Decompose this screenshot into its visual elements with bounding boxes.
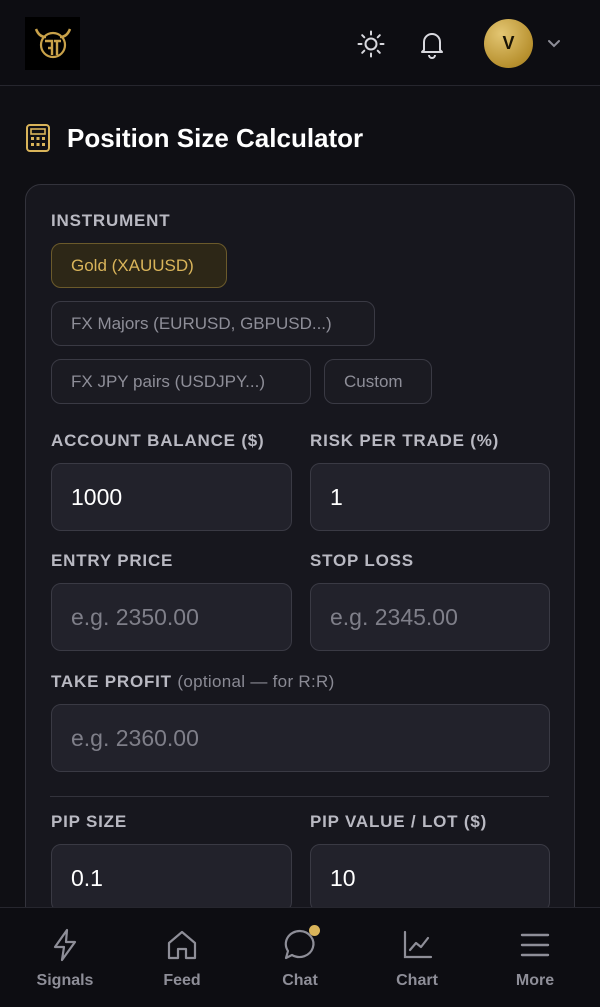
user-avatar[interactable]: V [484, 19, 533, 68]
sun-icon [357, 30, 385, 58]
take-profit-label-text: TAKE PROFIT [51, 672, 172, 691]
line-chart-icon [403, 930, 433, 959]
nav-item-more[interactable]: More [475, 908, 595, 1007]
section-divider [50, 796, 549, 797]
page-header: Position Size Calculator [25, 120, 363, 156]
instrument-chip-custom[interactable]: Custom [324, 359, 432, 404]
home-icon [167, 930, 197, 960]
take-profit-hint: (optional — for R:R) [177, 672, 335, 691]
risk-per-trade-input[interactable]: 1 [310, 463, 550, 531]
nav-label-signals: Signals [36, 972, 94, 989]
risk-per-trade-label: RISK PER TRADE (%) [310, 431, 500, 450]
chevron-down-icon[interactable] [545, 34, 563, 52]
bull-logo-icon [34, 28, 71, 58]
bell-icon [421, 33, 443, 59]
entry-price-input[interactable]: e.g. 2350.00 [51, 583, 292, 651]
top-bar: V [0, 0, 600, 86]
menu-icon [520, 933, 550, 957]
chat-icon-wrapper [282, 925, 320, 963]
nav-item-signals[interactable]: Signals [5, 908, 125, 1007]
chat-unread-badge [309, 925, 320, 936]
nav-item-feed[interactable]: Feed [122, 908, 242, 1007]
instrument-chip-gold[interactable]: Gold (XAUUSD) [51, 243, 227, 288]
instrument-chip-fx-majors[interactable]: FX Majors (EURUSD, GBPUSD...) [51, 301, 375, 346]
bottom-nav: Signals Feed Chat Chart More [0, 907, 600, 1007]
account-balance-input[interactable]: 1000 [51, 463, 292, 531]
brand-logo[interactable] [25, 17, 80, 70]
theme-toggle-button[interactable] [351, 24, 391, 64]
nav-label-more: More [515, 972, 555, 989]
nav-item-chat[interactable]: Chat [240, 908, 360, 1007]
instrument-chip-fx-jpy[interactable]: FX JPY pairs (USDJPY...) [51, 359, 311, 404]
stop-loss-label: STOP LOSS [310, 551, 414, 570]
pip-size-input[interactable]: 0.1 [51, 844, 292, 912]
page-title: Position Size Calculator [67, 122, 364, 153]
lightning-icon [53, 928, 77, 962]
pip-size-label: PIP SIZE [51, 812, 128, 831]
nav-item-chart[interactable]: Chart [357, 908, 477, 1007]
nav-label-chart: Chart [396, 972, 438, 989]
entry-price-label: ENTRY PRICE [51, 551, 174, 570]
nav-label-feed: Feed [163, 972, 201, 989]
pip-value-label: PIP VALUE / LOT ($) [310, 812, 488, 831]
take-profit-input[interactable]: e.g. 2360.00 [51, 704, 550, 772]
pip-value-input[interactable]: 10 [310, 844, 550, 912]
notifications-button[interactable] [412, 24, 452, 64]
take-profit-label: TAKE PROFIT (optional — for R:R) [51, 672, 335, 692]
account-balance-label: ACCOUNT BALANCE ($) [51, 431, 265, 450]
stop-loss-input[interactable]: e.g. 2345.00 [310, 583, 550, 651]
avatar-initial: V [502, 33, 515, 53]
nav-label-chat: Chat [282, 972, 318, 989]
instrument-label: INSTRUMENT [51, 211, 171, 230]
calculator-icon [26, 124, 50, 152]
